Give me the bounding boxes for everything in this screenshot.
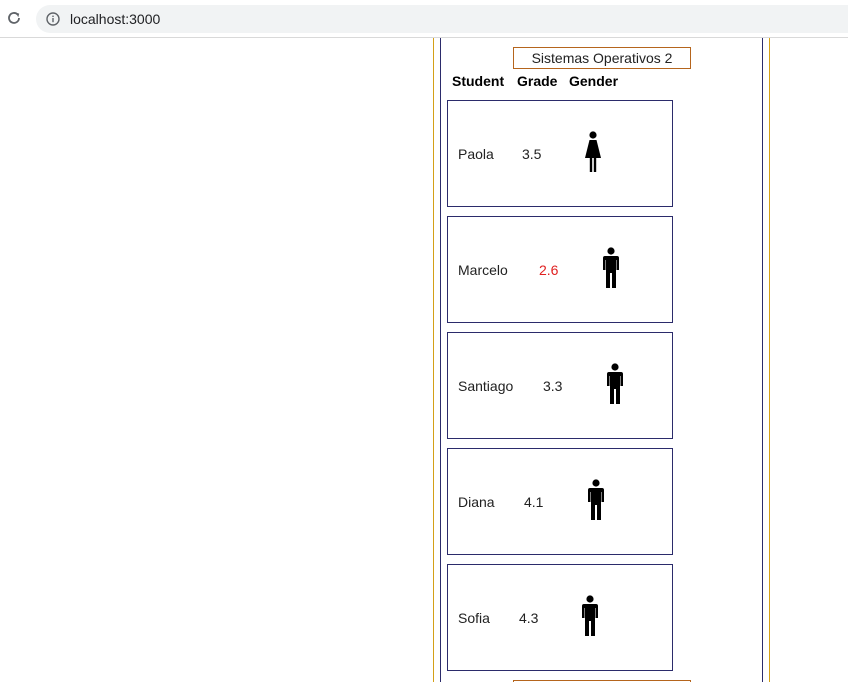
student-grade: 3.5 bbox=[522, 146, 542, 162]
browser-toolbar: localhost:3000 bbox=[0, 0, 848, 38]
student-card: Marcelo 2.6 bbox=[447, 216, 673, 323]
male-icon bbox=[586, 479, 606, 521]
female-icon bbox=[583, 131, 603, 173]
student-grade: 4.3 bbox=[519, 610, 539, 626]
header-student: Student bbox=[452, 73, 505, 89]
male-icon bbox=[605, 363, 625, 405]
student-card: Sofia 4.3 bbox=[447, 564, 673, 671]
male-icon bbox=[580, 595, 600, 637]
header-gender: Gender bbox=[569, 73, 619, 89]
student-grade: 2.6 bbox=[539, 262, 559, 278]
page-content: Sistemas Operativos 2 Student Grade Gend… bbox=[0, 38, 848, 682]
student-name: Diana bbox=[458, 494, 495, 510]
student-card: Paola 3.5 bbox=[447, 100, 673, 207]
url-text: localhost:3000 bbox=[70, 11, 161, 27]
student-name: Paola bbox=[458, 146, 494, 162]
student-card: Diana 4.1 bbox=[447, 448, 673, 555]
course-title: Sistemas Operativos 2 bbox=[513, 47, 691, 69]
student-name: Santiago bbox=[458, 378, 514, 394]
student-card: Santiago 3.3 bbox=[447, 332, 673, 439]
student-name: Sofia bbox=[458, 610, 490, 626]
reload-icon[interactable] bbox=[5, 9, 23, 27]
student-grade: 3.3 bbox=[543, 378, 563, 394]
student-name: Marcelo bbox=[458, 262, 508, 278]
student-grade: 4.1 bbox=[524, 494, 544, 510]
header-grade: Grade bbox=[517, 73, 558, 89]
address-bar[interactable]: localhost:3000 bbox=[36, 5, 848, 33]
info-icon[interactable] bbox=[46, 12, 60, 26]
male-icon bbox=[601, 247, 621, 289]
